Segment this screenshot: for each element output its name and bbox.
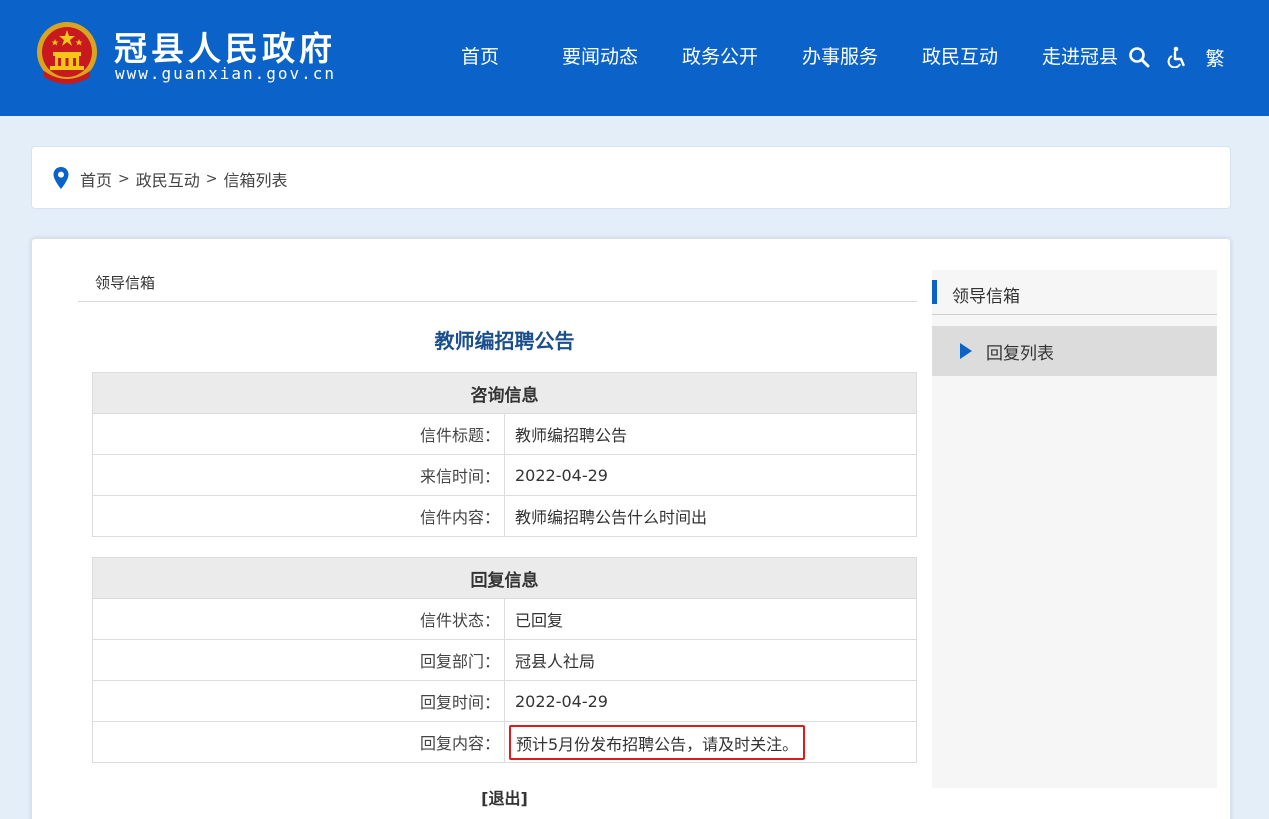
breadcrumb-interaction[interactable]: 政民互动 bbox=[136, 167, 200, 191]
reply-date-label: 回复时间： bbox=[92, 680, 505, 722]
letter-date-value: 2022-04-29 bbox=[504, 454, 917, 496]
reply-info-table: 回复信息 信件状态： 已回复 回复部门： 冠县人社局 回复时间： 2022-04… bbox=[92, 557, 917, 763]
site-name[interactable]: 冠县人民政府 bbox=[114, 22, 336, 70]
letter-content-label: 信件内容： bbox=[92, 495, 505, 537]
section-header: 领导信箱 bbox=[78, 270, 917, 302]
table-row: 信件内容： 教师编招聘公告什么时间出 bbox=[92, 495, 917, 537]
site-url: www.guanxian.gov.cn bbox=[115, 64, 337, 83]
nav-item-services[interactable]: 办事服务 bbox=[780, 40, 900, 74]
accessibility-button[interactable] bbox=[1158, 40, 1196, 74]
side-panel: 领导信箱 回复列表 bbox=[932, 270, 1217, 788]
table-row: 回复内容： 预计5月份发布招聘公告，请及时关注。 bbox=[92, 721, 917, 763]
breadcrumb-bar: 首页 > 政民互动 > 信箱列表 bbox=[31, 146, 1231, 209]
nav-item-news[interactable]: 要闻动态 bbox=[540, 40, 660, 74]
section-label: 领导信箱 bbox=[95, 274, 156, 292]
letter-date-label: 来信时间： bbox=[92, 454, 505, 496]
main-nav: 首页 要闻动态 政务公开 办事服务 政民互动 走进冠县 bbox=[420, 40, 1140, 74]
side-item-label: 回复列表 bbox=[986, 344, 1054, 364]
consult-info-heading: 咨询信息 bbox=[92, 372, 917, 414]
table-row: 回复部门： 冠县人社局 bbox=[92, 639, 917, 681]
exit-link[interactable]: [退出] bbox=[92, 785, 917, 809]
letter-subject-value: 教师编招聘公告 bbox=[504, 413, 917, 455]
breadcrumb-separator: > bbox=[205, 171, 218, 187]
reply-status-label: 信件状态： bbox=[92, 598, 505, 640]
traditional-chinese-toggle[interactable]: 繁 bbox=[1196, 40, 1234, 74]
table-row: 来信时间： 2022-04-29 bbox=[92, 454, 917, 496]
breadcrumb: 首页 > 政民互动 > 信箱列表 bbox=[80, 167, 288, 191]
nav-item-gov-affairs[interactable]: 政务公开 bbox=[660, 40, 780, 74]
nav-item-interaction[interactable]: 政民互动 bbox=[900, 40, 1020, 74]
national-emblem-icon[interactable] bbox=[36, 21, 98, 87]
breadcrumb-separator: > bbox=[118, 171, 130, 187]
reply-content-label: 回复内容： bbox=[92, 721, 505, 763]
letter-title: 教师编招聘公告 bbox=[434, 329, 575, 353]
reply-content-cell: 预计5月份发布招聘公告，请及时关注。 bbox=[504, 721, 917, 763]
table-row: 信件状态： 已回复 bbox=[92, 598, 917, 640]
reply-department-value: 冠县人社局 bbox=[504, 639, 917, 681]
breadcrumb-home[interactable]: 首页 bbox=[80, 167, 112, 191]
reply-info-heading: 回复信息 bbox=[92, 557, 917, 599]
consult-info-table: 咨询信息 信件标题： 教师编招聘公告 来信时间： 2022-04-29 信件内容… bbox=[92, 372, 917, 537]
search-button[interactable] bbox=[1120, 40, 1158, 74]
wheelchair-icon bbox=[1167, 46, 1185, 68]
search-icon bbox=[1129, 47, 1150, 68]
reply-department-label: 回复部门： bbox=[92, 639, 505, 681]
table-row: 信件标题： 教师编招聘公告 bbox=[92, 413, 917, 455]
side-item-reply-list[interactable]: 回复列表 bbox=[932, 326, 1217, 376]
breadcrumb-mailbox-list[interactable]: 信箱列表 bbox=[224, 167, 288, 191]
reply-status-value: 已回复 bbox=[504, 598, 917, 640]
side-panel-accent-bar bbox=[932, 280, 937, 304]
triangle-right-icon bbox=[960, 343, 972, 359]
reply-date-value: 2022-04-29 bbox=[504, 680, 917, 722]
letter-subject-label: 信件标题： bbox=[92, 413, 505, 455]
table-row: 回复时间： 2022-04-29 bbox=[92, 680, 917, 722]
side-panel-header: 领导信箱 bbox=[932, 270, 1217, 315]
letter-content-value: 教师编招聘公告什么时间出 bbox=[504, 495, 917, 537]
header-tools: 繁 bbox=[1120, 40, 1234, 74]
reply-content-value: 预计5月份发布招聘公告，请及时关注。 bbox=[509, 724, 806, 760]
side-panel-title: 领导信箱 bbox=[952, 287, 1020, 307]
nav-item-home[interactable]: 首页 bbox=[420, 40, 540, 74]
location-pin-icon bbox=[53, 167, 69, 189]
site-header: 冠县人民政府 www.guanxian.gov.cn 首页 要闻动态 政务公开 … bbox=[0, 0, 1269, 116]
